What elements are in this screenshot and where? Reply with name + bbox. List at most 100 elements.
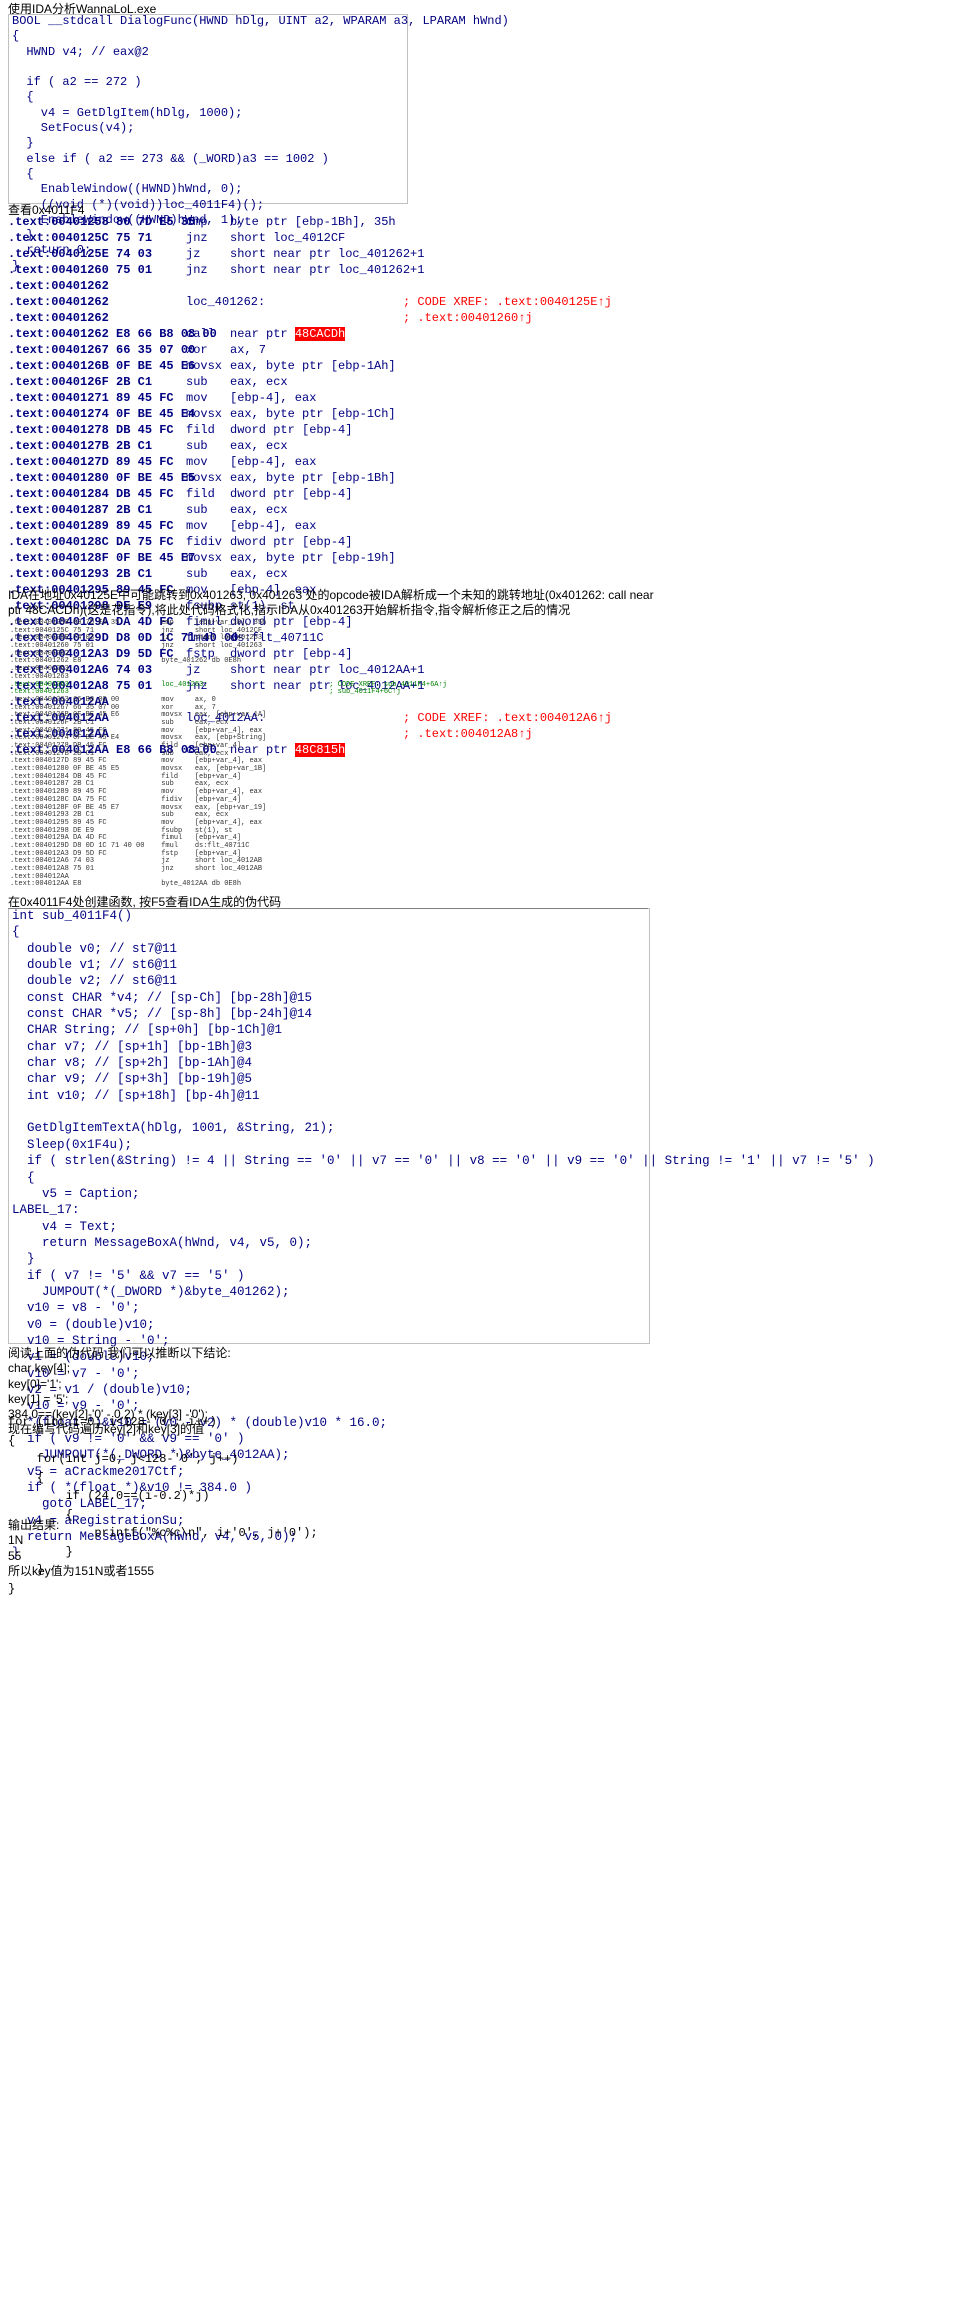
disasm-address: .text:0040125E 74 03 xyxy=(8,247,153,261)
disasm-address: .text:00401271 89 45 FC xyxy=(8,391,174,405)
disasm-row: .text:00401267 66 35 07 00 xor ax, 7 xyxy=(8,342,848,358)
pseudocode-line: if ( strlen(&String) != 4 || String == '… xyxy=(12,1154,875,1169)
pseudocode-line xyxy=(12,1104,942,1120)
disasm-row: .text:00401284 DB 45 FC fild dword ptr [eb… xyxy=(8,486,848,502)
pseudocode-line: v10 = v8 - '0'; xyxy=(12,1301,140,1316)
pseudocode-line: char v7; // [sp+1h] [bp-1Bh]@3 xyxy=(12,1039,253,1054)
pseudocode-line: char v8; // [sp+2h] [bp-1Ah]@4 xyxy=(12,1056,253,1071)
disasm-row: .text:0040128C DA 75 FC fidiv dword ptr [e… xyxy=(8,534,848,550)
disasm-mnemonic: movsx xyxy=(186,471,223,485)
brute-code-line: for (int i=0; i<128-'0'; i++) xyxy=(8,1415,217,1429)
disasm-address: .text:00401284 DB 45 FC xyxy=(8,487,174,501)
disasm-mnemonic: jnz xyxy=(186,263,208,277)
code-line: { xyxy=(12,90,34,105)
disasm-row: .text:00401278 DB 45 FC fild dword ptr [eb… xyxy=(8,422,848,438)
pseudocode-line: GetDlgItemTextA(hDlg, 1001, &String, 21)… xyxy=(12,1121,335,1136)
disasm-operand: byte ptr [ebp-1Bh], 35h xyxy=(230,215,396,229)
disasm-operand: dword ptr [ebp-4] xyxy=(230,487,353,501)
disasm-address: .text:00401278 DB 45 FC xyxy=(8,423,174,437)
explanation-1: IDA在地址0x40125E中可能跳转到0x401263, 0x401263 处… xyxy=(8,588,654,617)
disasm-address: .text:0040128C DA 75 FC xyxy=(8,535,174,549)
disasm-operand: ax, 7 xyxy=(230,343,267,357)
pseudocode-line: { xyxy=(12,925,20,940)
disasm-row: .text:0040127B 2B C1 sub eax, ecx xyxy=(8,438,848,454)
disasm-operand: short near ptr loc_401262+1 xyxy=(230,263,425,277)
disasm-mnemonic: jz xyxy=(186,247,201,261)
pseudocode-line: v0 = (double)v10; xyxy=(12,1317,155,1332)
code-line: } xyxy=(12,136,34,151)
pseudocode-line: int v10; // [sp+18h] [bp-4h]@11 xyxy=(12,1088,260,1103)
disasm-row: .text:0040128F 0F BE 45 E7 movsx eax, byte… xyxy=(8,550,848,566)
fixed-disasm-row: .text:004012A8 75 01 jnz short loc_4012A… xyxy=(10,865,263,873)
disasm-row: .text:00401262 E8 66 B8 08 00 call near pt… xyxy=(8,326,848,342)
pseudocode-line: double v1; // st6@11 xyxy=(12,958,178,973)
conclusion-line: 阅读上面的伪代码,我们可以推断以下结论: xyxy=(8,1346,231,1360)
disasm-xref-comment: ; CODE XREF: .text:0040125E↑j xyxy=(403,295,612,309)
code-line: { xyxy=(12,166,34,181)
conclusion-line: key[1] = '5'; xyxy=(8,1391,69,1406)
pseudocode-line: { xyxy=(12,1170,35,1185)
disasm-address: .text:00401287 2B C1 xyxy=(8,503,153,517)
disasm-address: .text:00401280 0F BE 45 E5 xyxy=(8,471,196,485)
disasm-row: .text:00401258 80 7D E5 35 cmp byte ptr [e… xyxy=(8,214,848,230)
disasm-mnemonic: cmp xyxy=(186,215,208,229)
disasm-mnemonic: sub xyxy=(186,439,208,453)
disasm-mnemonic: fild xyxy=(186,487,215,501)
disasm-row: .text:0040125C 75 71 jnz short loc_4012CF xyxy=(8,230,848,246)
disasm-address: .text:00401260 75 01 xyxy=(8,263,153,277)
disasm-row: .text:00401262 loc_401262: ; CODE XREF: .t… xyxy=(8,294,848,310)
disasm-operand: short near ptr loc_401262+1 xyxy=(230,247,425,261)
pseudocode-line: const CHAR *v4; // [sp-Ch] [bp-28h]@15 xyxy=(12,990,313,1005)
disasm-operand: short loc_4012CF xyxy=(230,231,346,245)
disasm-mnemonic: sub xyxy=(186,567,208,581)
disasm-row: .text:00401289 89 45 FC mov [ebp-4], eax xyxy=(8,518,848,534)
disasm-mnemonic: mov xyxy=(186,455,208,469)
disasm-xref-comment: ; .text:00401260↑j xyxy=(403,311,533,325)
disasm-mnemonic: mov xyxy=(186,519,208,533)
disasm-row: .text:00401280 0F BE 45 E5 movsx eax, byte… xyxy=(8,470,848,486)
disasm-address: .text:0040127B 2B C1 xyxy=(8,439,153,453)
disasm-operand: dword ptr [ebp-4] xyxy=(230,423,353,437)
disasm-address: .text:0040126B 0F BE 45 E6 xyxy=(8,359,196,373)
disasm-address: .text:00401267 66 35 07 00 xyxy=(8,343,196,357)
code-line: HWND v4; // eax@2 xyxy=(12,44,149,59)
disasm-operand: eax, byte ptr [ebp-1Ah] xyxy=(230,359,396,373)
disasm-row: .text:0040126F 2B C1 sub eax, ecx xyxy=(8,374,848,390)
code-line: else if ( a2 == 273 && (_WORD)a3 == 1002… xyxy=(12,151,329,166)
pseudocode-line: CHAR String; // [sp+0h] [bp-1Ch]@1 xyxy=(12,1023,283,1038)
pseudocode-line: v4 = Text; xyxy=(12,1219,118,1234)
disasm-mnemonic: movsx xyxy=(186,407,223,421)
disasm-row: .text:0040125E 74 03 jz short near ptr loc… xyxy=(8,246,848,262)
disasm-operand: eax, ecx xyxy=(230,503,288,517)
disasm-mnemonic: sub xyxy=(186,503,208,517)
disasm-address: .text:00401289 89 45 FC xyxy=(8,519,174,533)
disasm-row: .text:00401262 xyxy=(8,278,848,294)
code-line: v4 = GetDlgItem(hDlg, 1000); xyxy=(12,105,243,120)
fixed-disasm-row: .text:00401262 E8 byte_401262 db 0E8h xyxy=(10,657,242,666)
disasm-row: .text:00401262 ; .text:00401260↑j xyxy=(8,310,848,326)
disasm-address: .text:00401262 xyxy=(8,311,109,325)
disasm-mnemonic: mov xyxy=(186,391,208,405)
brute-code-line: for(int j=0; j<128-'0'; j++) xyxy=(8,1452,239,1466)
pseudocode-line: char v9; // [sp+3h] [bp-19h]@5 xyxy=(12,1072,253,1087)
disasm-address: .text:00401293 2B C1 xyxy=(8,567,153,581)
pseudocode-line: double v0; // st7@11 xyxy=(12,941,178,956)
disasm-operand: [ebp-4], eax xyxy=(230,391,317,405)
result-line: 输出结果: xyxy=(8,1518,60,1532)
code-line: if ( a2 == 272 ) xyxy=(12,75,142,90)
disasm-address: .text:0040126F 2B C1 xyxy=(8,375,153,389)
disasm-address: .text:0040128F 0F BE 45 E7 xyxy=(8,551,196,565)
disasm-address: .text:0040125C 75 71 xyxy=(8,231,153,245)
disasm-operand: loc_401262: xyxy=(186,295,266,309)
disasm-operand: near ptr 48CACDh xyxy=(230,327,346,341)
pseudocode-line: int sub_4011F4() xyxy=(12,909,133,923)
brute-code-line: { xyxy=(8,1470,45,1485)
pseudocode-line: const CHAR *v5; // [sp-8h] [bp-24h]@14 xyxy=(12,1007,313,1022)
pseudocode-line: double v2; // st6@11 xyxy=(12,974,178,989)
fixed-disasm-row: .text:00401263 xyxy=(10,665,69,674)
disasm-operand: eax, ecx xyxy=(230,375,288,389)
code-line: EnableWindow((HWND)hWnd, 0); xyxy=(12,182,243,197)
result-line: 55 xyxy=(8,1548,22,1563)
pseudocode-line: LABEL_17: xyxy=(12,1203,80,1218)
